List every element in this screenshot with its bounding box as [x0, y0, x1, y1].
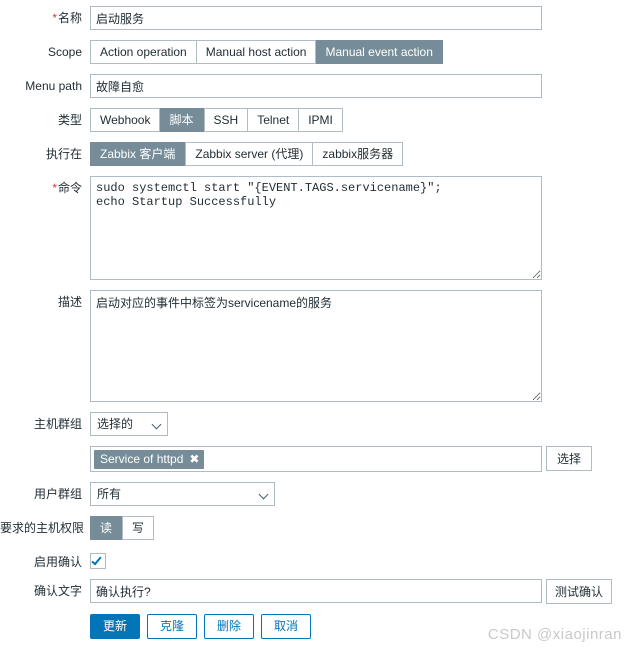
delete-button[interactable]: 删除	[204, 614, 255, 639]
field-row-confirmation-text: 确认文字 测试确认	[0, 579, 632, 604]
field-row-command: *命令 sudo systemctl start "{EVENT.TAGS.se…	[0, 176, 632, 280]
label-execute-on: 执行在	[45, 147, 82, 161]
field-row-host-group-multiselect: Service of httpd ✖ 选择	[0, 446, 632, 472]
command-textarea[interactable]: sudo systemctl start "{EVENT.TAGS.servic…	[90, 176, 542, 280]
required-asterisk-name: *	[52, 11, 57, 25]
label-scope: Scope	[47, 45, 82, 59]
execute-on-option-zabbix-server-proxy[interactable]: Zabbix server (代理)	[185, 142, 314, 166]
name-input[interactable]	[90, 6, 542, 30]
user-group-value: 所有	[97, 487, 122, 501]
label-type: 类型	[57, 113, 82, 127]
field-row-description: 描述 启动对应的事件中标签为servicename的服务	[0, 290, 632, 402]
field-row-menu-path: Menu path	[0, 74, 632, 98]
type-option-ipmi[interactable]: IPMI	[299, 108, 343, 132]
label-name-text: 名称	[57, 11, 82, 25]
cancel-button[interactable]: 取消	[261, 614, 312, 639]
field-row-host-permission: 要求的主机权限 读 写	[0, 516, 632, 540]
field-row-enable-confirmation: 启用确认	[0, 550, 632, 569]
host-permission-option-write[interactable]: 写	[122, 516, 155, 540]
type-option-telnet[interactable]: Telnet	[248, 108, 300, 132]
host-group-multiselect[interactable]: Service of httpd ✖	[90, 446, 542, 472]
label-description: 描述	[57, 295, 82, 309]
label-host-group: 主机群组	[33, 417, 82, 431]
host-permission-toggle-group: 读 写	[90, 516, 155, 540]
host-group-mode-select[interactable]: 选择的	[90, 412, 168, 436]
label-actions-spacer	[0, 614, 90, 619]
scope-option-action-operation[interactable]: Action operation	[90, 40, 197, 64]
type-option-ssh[interactable]: SSH	[203, 108, 249, 132]
checkmark-icon	[91, 554, 102, 566]
execute-on-option-zabbix-server[interactable]: zabbix服务器	[313, 142, 404, 166]
field-row-type: 类型 Webhook 脚本 SSH Telnet IPMI	[0, 108, 632, 132]
type-option-webhook[interactable]: Webhook	[90, 108, 161, 132]
label-name: *名称	[0, 6, 90, 25]
label-command-text: 命令	[57, 181, 82, 195]
execute-on-option-zabbix-agent[interactable]: Zabbix 客户端	[90, 142, 186, 166]
label-user-group: 用户群组	[33, 487, 82, 501]
confirmation-text-input[interactable]	[90, 579, 542, 603]
scope-toggle-group: Action operation Manual host action Manu…	[90, 40, 443, 64]
scope-option-manual-event-action[interactable]: Manual event action	[316, 40, 443, 64]
type-toggle-group: Webhook 脚本 SSH Telnet IPMI	[90, 108, 343, 132]
field-row-host-group-mode: 主机群组 选择的	[0, 412, 632, 436]
watermark: CSDN @xiaojinran	[487, 626, 622, 643]
label-enable-confirmation: 启用确认	[33, 555, 82, 569]
label-confirmation-text: 确认文字	[33, 584, 82, 598]
form-action-buttons: 更新 克隆 删除 取消	[90, 614, 312, 639]
host-permission-option-read[interactable]: 读	[90, 516, 123, 540]
execute-on-toggle-group: Zabbix 客户端 Zabbix server (代理) zabbix服务器	[90, 142, 404, 166]
field-row-scope: Scope Action operation Manual host actio…	[0, 40, 632, 64]
type-option-script[interactable]: 脚本	[160, 108, 204, 132]
field-row-name: *名称	[0, 6, 632, 30]
enable-confirmation-checkbox[interactable]	[90, 553, 106, 569]
field-row-execute-on: 执行在 Zabbix 客户端 Zabbix server (代理) zabbix…	[0, 142, 632, 166]
host-group-select-button[interactable]: 选择	[546, 446, 592, 471]
required-asterisk-command: *	[52, 181, 57, 195]
test-confirmation-button[interactable]: 测试确认	[546, 579, 613, 604]
clone-button[interactable]: 克隆	[147, 614, 198, 639]
update-button[interactable]: 更新	[90, 614, 141, 639]
field-row-user-group: 用户群组 所有	[0, 482, 632, 506]
label-host-group-spacer	[0, 446, 90, 451]
host-group-chip-label: Service of httpd	[100, 452, 184, 466]
menu-path-input[interactable]	[90, 74, 542, 98]
user-group-select[interactable]: 所有	[90, 482, 275, 506]
label-menu-path: Menu path	[25, 79, 82, 93]
script-configuration-form: *名称 Scope Action operation Manual host a…	[0, 0, 632, 657]
label-host-permission: 要求的主机权限	[0, 521, 85, 535]
description-textarea[interactable]: 启动对应的事件中标签为servicename的服务	[90, 290, 542, 402]
host-group-chip[interactable]: Service of httpd ✖	[94, 449, 205, 469]
scope-option-manual-host-action[interactable]: Manual host action	[196, 40, 317, 64]
close-icon[interactable]: ✖	[189, 453, 199, 465]
label-command: *命令	[0, 176, 90, 195]
